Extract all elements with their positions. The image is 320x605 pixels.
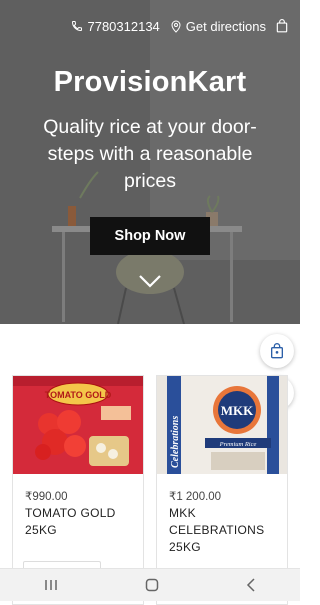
product-name[interactable]: MKK CELEBRATIONS 25KG bbox=[169, 505, 281, 556]
shopping-bag-icon bbox=[276, 19, 288, 33]
phone-link[interactable]: 7780312134 bbox=[71, 18, 160, 34]
product-name-line: 25KG bbox=[25, 523, 57, 537]
product-name-line: 25KG bbox=[169, 540, 201, 554]
package-side-text: Celebrations bbox=[170, 416, 181, 468]
home-icon[interactable] bbox=[145, 578, 159, 592]
brand-title: ProvisionKart bbox=[53, 66, 247, 98]
shop-now-button[interactable]: Shop Now bbox=[90, 217, 210, 255]
product-name-line: MKK bbox=[169, 506, 196, 520]
rice-bag-tomato-gold-image: TOMATO GOLD bbox=[13, 376, 143, 474]
get-directions-link[interactable]: Get directions bbox=[170, 19, 266, 34]
chevron-down-icon[interactable] bbox=[138, 274, 162, 288]
cart-link[interactable] bbox=[276, 19, 288, 33]
directions-label: Get directions bbox=[185, 18, 266, 34]
hero-banner: 7780312134 Get directions ProvisionKart … bbox=[0, 0, 300, 324]
shopping-bag-icon bbox=[271, 343, 283, 359]
product-image[interactable]: TOMATO GOLD bbox=[13, 376, 143, 474]
top-contact-bar: 7780312134 Get directions bbox=[0, 14, 300, 38]
rice-bag-mkk-celebrations-image: MKK Celebrations Premium Rice bbox=[157, 376, 287, 474]
system-navigation-bar bbox=[0, 568, 300, 601]
phone-icon bbox=[72, 21, 83, 32]
package-logo-text: MKK bbox=[221, 403, 254, 418]
floating-cart-button[interactable] bbox=[260, 334, 294, 368]
product-price: ₹1 200.00 bbox=[169, 491, 222, 503]
product-name-line: TOMATO GOLD bbox=[25, 506, 116, 520]
package-brand-text: TOMATO GOLD bbox=[45, 390, 112, 400]
phone-number: 7780312134 bbox=[87, 18, 160, 34]
product-image[interactable]: MKK Celebrations Premium Rice bbox=[157, 376, 287, 474]
recent-apps-icon[interactable] bbox=[44, 579, 58, 591]
location-pin-icon bbox=[171, 19, 181, 33]
back-icon[interactable] bbox=[246, 578, 256, 592]
package-band-text: Premium Rice bbox=[219, 441, 257, 448]
product-price: ₹990.00 bbox=[25, 491, 68, 503]
hero-tagline: Quality rice at your door-steps with a r… bbox=[43, 116, 257, 192]
product-name-line: CELEBRATIONS bbox=[169, 523, 265, 537]
product-name[interactable]: TOMATO GOLD 25KG bbox=[25, 505, 137, 539]
